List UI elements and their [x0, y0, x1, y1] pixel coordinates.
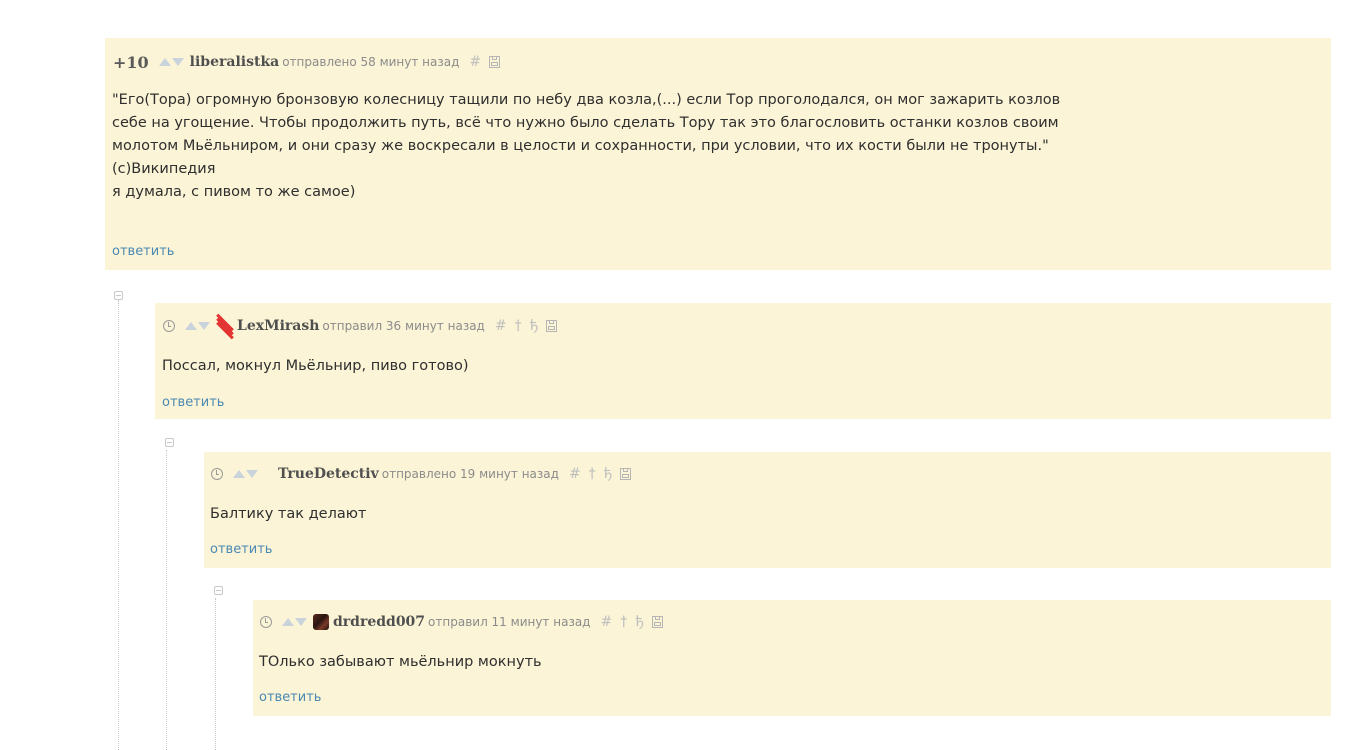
comment-username[interactable]: TrueDetectiv	[278, 466, 379, 482]
save-icon[interactable]	[546, 320, 558, 332]
comment-text: ТОлько забывают мьёльнир мокнуть	[259, 651, 542, 674]
clock-icon	[163, 320, 175, 332]
clock-icon	[211, 468, 223, 480]
comment-rating: +10	[113, 52, 149, 72]
collapse-toggle-icon[interactable]	[165, 438, 174, 447]
comment-line: (с)Википедия	[112, 161, 216, 177]
thread-line	[215, 598, 216, 750]
comment-timestamp: отправил 36 минут назад	[322, 319, 485, 333]
branch-icon[interactable]: ђ	[530, 319, 539, 333]
permalink-icon[interactable]: #	[569, 467, 581, 481]
permalink-icon[interactable]: #	[469, 55, 481, 69]
vote-down-icon[interactable]	[246, 470, 258, 478]
comment-line: ТОлько забывают мьёльнир мокнуть	[259, 654, 542, 670]
comment-username[interactable]: drdredd007	[333, 614, 425, 630]
vote-up-icon[interactable]	[282, 618, 294, 626]
comment-line: молотом Мьёльниром, и они сразу же воскр…	[112, 138, 1049, 154]
vote-up-icon[interactable]	[185, 322, 197, 330]
save-icon[interactable]	[489, 56, 501, 68]
reply-link[interactable]: ответить	[259, 690, 321, 705]
parent-link-icon[interactable]: †	[589, 467, 596, 481]
reply-link[interactable]: ответить	[210, 542, 272, 557]
collapse-toggle-icon[interactable]	[114, 291, 123, 300]
reply-link[interactable]: ответить	[112, 244, 174, 259]
branch-icon[interactable]: ђ	[604, 467, 613, 481]
vote-arrows	[158, 58, 184, 66]
vote-arrows	[233, 470, 258, 478]
reply-link[interactable]: ответить	[162, 395, 224, 410]
comment-line: "Его(Тора) огромную бронзовую колесницу …	[112, 92, 1061, 108]
permalink-icon[interactable]: #	[600, 615, 612, 629]
comment-text: "Его(Тора) огромную бронзовую колесницу …	[112, 89, 1060, 204]
avatar[interactable]	[313, 614, 329, 630]
comment-header: TrueDetectiv отправлено 19 минут назад #…	[211, 466, 632, 482]
collapse-toggle-icon[interactable]	[214, 586, 223, 595]
comment-line: Поссал, мокнул Мьёльнир, пиво готово)	[162, 358, 469, 374]
comment-username[interactable]: LexMirash	[237, 318, 319, 334]
branch-icon[interactable]: ђ	[635, 615, 644, 629]
vote-down-icon[interactable]	[198, 322, 210, 330]
vote-down-icon[interactable]	[295, 618, 307, 626]
comment-text: Поссал, мокнул Мьёльнир, пиво готово)	[162, 355, 469, 378]
thread-line	[118, 300, 119, 750]
comment-username[interactable]: liberalistka	[190, 54, 280, 70]
vote-arrows	[282, 618, 307, 626]
comment-timestamp: отправил 11 минут назад	[428, 615, 591, 629]
comment-header: drdredd007 отправил 11 минут назад # † ђ	[260, 614, 663, 630]
comment-line: Балтику так делают	[210, 506, 367, 522]
parent-link-icon[interactable]: †	[515, 319, 522, 333]
save-icon[interactable]	[620, 468, 632, 480]
comment-header: +10 liberalistka отправлено 58 минут наз…	[113, 52, 501, 72]
permalink-icon[interactable]: #	[495, 319, 507, 333]
avatar[interactable]	[216, 313, 234, 340]
thread-line	[166, 450, 167, 750]
parent-link-icon[interactable]: †	[620, 615, 627, 629]
vote-down-icon[interactable]	[171, 58, 184, 66]
vote-arrows	[185, 322, 210, 330]
clock-icon	[260, 616, 272, 628]
comment-line: себе на угощение. Чтобы продолжить путь,…	[112, 115, 1059, 131]
comment-text: Балтику так делают	[210, 503, 366, 526]
comment-timestamp: отправлено 19 минут назад	[381, 467, 559, 481]
vote-up-icon[interactable]	[158, 58, 171, 66]
comment-line: я думала, с пивом то же самое)	[112, 184, 356, 200]
save-icon[interactable]	[651, 616, 663, 628]
comment-header: LexMirash отправил 36 минут назад # † ђ	[163, 313, 558, 340]
vote-up-icon[interactable]	[233, 470, 245, 478]
comment-timestamp: отправлено 58 минут назад	[282, 55, 460, 69]
